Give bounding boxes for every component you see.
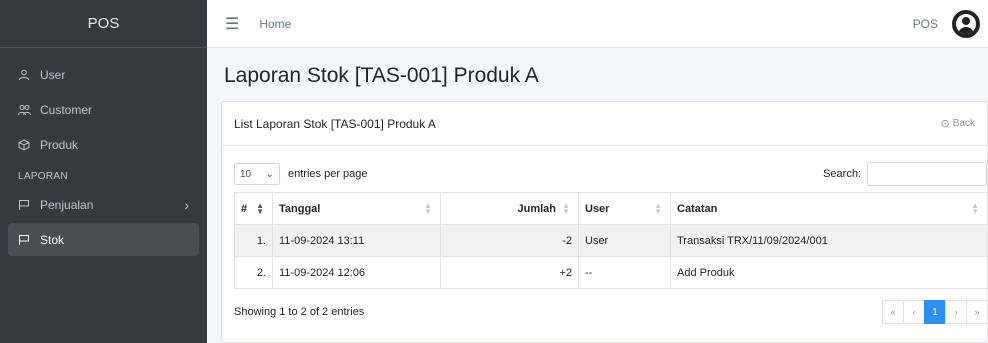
column-header-jumlah[interactable]: Jumlah ▲ ▼ — [440, 192, 579, 225]
sort-icon: ▲ ▼ — [654, 200, 662, 216]
page-title: Laporan Stok [TAS-001] Produk A — [224, 64, 539, 87]
cell-jumlah: -2 — [440, 224, 579, 257]
cell-tanggal: 11-09-2024 12:06 — [272, 256, 441, 289]
cell-catatan: Transaksi TRX/11/09/2024/001 — [670, 224, 988, 257]
brand-title[interactable]: POS — [0, 0, 207, 48]
sidebar-nav: User Customer Produk LAPORAN Penjualan › — [0, 48, 207, 268]
pagination-page-button[interactable]: 1 — [924, 300, 946, 324]
table-controls: 10 ⌄ entries per page Search: — [234, 162, 987, 186]
card-title: List Laporan Stok [TAS-001] Produk A — [234, 116, 436, 131]
entries-value: 10 — [240, 168, 252, 180]
cell-jumlah: +2 — [440, 256, 579, 289]
cell-user: -- — [578, 256, 671, 289]
sidebar: POS User Customer Produk LAPORAN Penjual… — [0, 0, 207, 343]
back-button[interactable]: ⊙ Back — [941, 117, 975, 130]
pagination: « ‹ 1 › » — [882, 300, 988, 324]
sidebar-item-user[interactable]: User — [8, 58, 199, 91]
pagination-first-button[interactable]: « — [882, 300, 904, 324]
pagination-last-button[interactable]: » — [966, 300, 988, 324]
card-body: 10 ⌄ entries per page Search: # ▲ ▼ Tangga… — [222, 146, 988, 325]
sidebar-item-produk[interactable]: Produk — [8, 128, 199, 161]
card-header: List Laporan Stok [TAS-001] Produk A ⊙ B… — [222, 102, 987, 146]
sidebar-section-header: LAPORAN — [18, 171, 68, 182]
search-label: Search: — [823, 168, 861, 180]
column-header-user[interactable]: User ▲ ▼ — [578, 192, 671, 225]
cell-tanggal: 11-09-2024 13:11 — [272, 224, 441, 257]
sidebar-item-stok[interactable]: Stok — [8, 223, 199, 256]
table-header-row: # ▲ ▼ Tanggal ▲ ▼ Jumlah ▲ ▼ User ▲ ▼ Catatan ▲ ▼ — [234, 192, 988, 225]
search-input[interactable] — [867, 162, 987, 186]
pagination-prev-button[interactable]: ‹ — [903, 300, 925, 324]
home-link[interactable]: Home — [259, 17, 912, 31]
menu-toggle-icon[interactable]: ☰ — [225, 14, 239, 34]
back-circle-icon: ⊙ — [940, 118, 950, 130]
main-content: Laporan Stok [TAS-001] Produk A List Lap… — [207, 48, 988, 343]
sort-icon: ▲ ▼ — [971, 200, 979, 216]
sidebar-item-label: Penjualan — [40, 197, 94, 212]
users-icon — [18, 104, 40, 116]
sidebar-item-label: Produk — [40, 137, 79, 152]
table-footer: Showing 1 to 2 of 2 entries « ‹ 1 › » — [234, 299, 988, 325]
column-header-tanggal[interactable]: Tanggal ▲ ▼ — [272, 192, 441, 225]
sidebar-item-customer[interactable]: Customer — [8, 93, 199, 126]
entries-per-page-select[interactable]: 10 ⌄ — [234, 163, 280, 185]
chevron-right-icon: › — [184, 196, 189, 213]
table-row: 2. 11-09-2024 12:06 +2 -- Add Produk — [234, 256, 988, 289]
user-icon — [18, 69, 40, 81]
sidebar-item-label: User — [40, 67, 66, 82]
avatar[interactable] — [952, 9, 980, 38]
cell-user: User — [578, 224, 671, 257]
sidebar-item-penjualan[interactable]: Penjualan › — [8, 188, 199, 221]
sidebar-item-label: Stok — [40, 232, 65, 247]
report-card: List Laporan Stok [TAS-001] Produk A ⊙ B… — [221, 101, 988, 343]
table-info: Showing 1 to 2 of 2 entries — [234, 306, 365, 318]
sort-asc-icon: ▲ ▼ — [256, 200, 264, 216]
flag-icon — [18, 234, 40, 246]
entries-label: entries per page — [288, 168, 368, 180]
column-header-catatan[interactable]: Catatan ▲ ▼ — [670, 192, 988, 225]
sort-icon: ▲ ▼ — [562, 200, 570, 216]
column-header-number[interactable]: # ▲ ▼ — [234, 192, 273, 225]
cell-catatan: Add Produk — [670, 256, 988, 289]
table-row: 1. 11-09-2024 13:11 -2 User Transaksi TR… — [234, 224, 988, 257]
pagination-next-button[interactable]: › — [945, 300, 967, 324]
chevron-down-icon: ⌄ — [265, 168, 274, 180]
sidebar-item-label: Customer — [40, 102, 93, 117]
cell-number: 1. — [234, 224, 273, 257]
topbar: ☰ Home POS — [207, 0, 988, 48]
top-app-label[interactable]: POS — [913, 17, 938, 31]
stock-report-table: # ▲ ▼ Tanggal ▲ ▼ Jumlah ▲ ▼ User ▲ ▼ Catatan ▲ ▼ … — [234, 192, 988, 289]
flag-icon — [18, 199, 40, 211]
cube-icon — [18, 138, 40, 151]
cell-number: 2. — [234, 256, 273, 289]
sort-icon: ▲ ▼ — [424, 200, 432, 216]
back-label: Back — [952, 118, 975, 129]
